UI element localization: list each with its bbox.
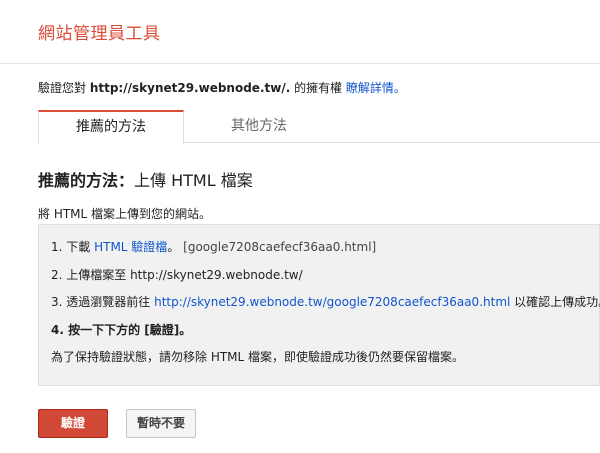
verify-button[interactable]: 驗證 <box>38 409 108 438</box>
app-title[interactable]: 網站管理員工具 <box>38 19 161 44</box>
verify-suffix: 的擁有權 <box>290 81 346 95</box>
step-3-suffix: 以確認上傳成功。 <box>514 295 600 309</box>
method-tabs: 推薦的方法 其他方法 <box>38 110 600 144</box>
section-title-rest: 上傳 HTML 檔案 <box>134 171 253 190</box>
site-url: http://skynet29.webnode.tw/. <box>89 81 291 95</box>
step-1: 1. 下載 HTML 驗證檔。 [google7208caefecf36aa0.… <box>51 238 376 255</box>
tab-other-methods[interactable]: 其他方法 <box>184 110 334 143</box>
step-1-mid: 。 <box>167 240 180 254</box>
step-3-prefix: 3. 透過瀏覽器前往 <box>51 295 155 309</box>
tab-recommended-method[interactable]: 推薦的方法 <box>38 110 184 144</box>
verify-prefix: 驗證您對 <box>38 81 90 95</box>
header-bar: 網站管理員工具 <box>0 0 600 64</box>
intro-text: 將 HTML 檔案上傳到您的網站。 <box>38 207 212 221</box>
instructions-box: 1. 下載 HTML 驗證檔。 [google7208caefecf36aa0.… <box>38 224 600 386</box>
section-title: 推薦的方法：上傳 HTML 檔案 <box>38 167 253 191</box>
verification-url-link[interactable]: http://skynet29.webnode.tw/google7208cae… <box>154 295 510 309</box>
step-4: 4. 按一下下方的 [驗證]。 <box>51 323 192 337</box>
keep-file-note: 為了保持驗證狀態，請勿移除 HTML 檔案，即使驗證成功後仍然要保留檔案。 <box>51 350 465 364</box>
step-1-prefix: 1. 下載 <box>51 240 95 254</box>
learn-more-link[interactable]: 瞭解詳情。 <box>346 81 406 95</box>
section-title-bold: 推薦的方法： <box>38 171 135 190</box>
verification-filename: [google7208caefecf36aa0.html] <box>179 240 377 254</box>
ownership-verify-line: 驗證您對 http://skynet29.webnode.tw/. 的擁有權 瞭… <box>38 79 406 96</box>
step-3: 3. 透過瀏覽器前往 http://skynet29.webnode.tw/go… <box>51 293 600 310</box>
not-now-button[interactable]: 暫時不要 <box>126 409 196 438</box>
html-verification-file-link[interactable]: HTML 驗證檔 <box>94 240 167 254</box>
step-2: 2. 上傳檔案至 http://skynet29.webnode.tw/ <box>51 268 303 282</box>
